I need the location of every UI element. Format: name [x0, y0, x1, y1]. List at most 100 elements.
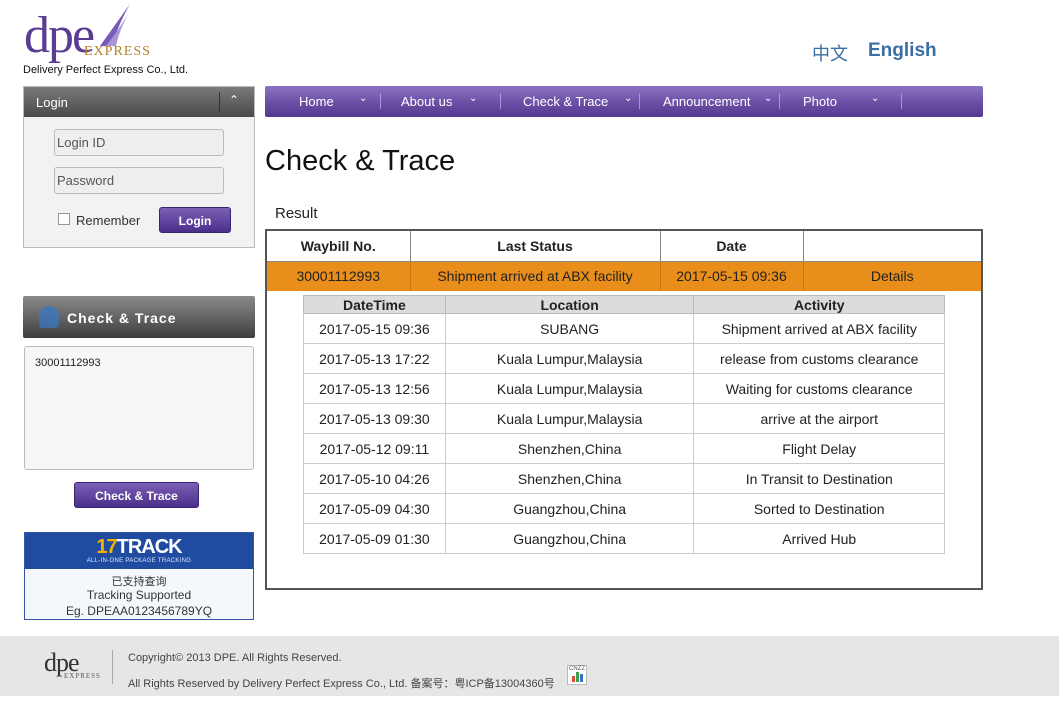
nav-about-us[interactable]: About us	[401, 94, 452, 109]
detail-header-row: DateTime Location Activity	[303, 295, 945, 314]
result-table: Waybill No. Last Status Date 30001112993…	[267, 231, 981, 291]
nav-divider	[500, 93, 501, 109]
detail-activity: release from customs clearance	[693, 343, 945, 374]
detail-datetime: 2017-05-12 09:11	[303, 433, 446, 464]
logo-express: EXPRESS	[84, 44, 151, 59]
chevron-down-icon[interactable]: ⌄	[469, 93, 477, 104]
17track-line-supported: Tracking Supported	[86, 588, 192, 602]
counter-bar	[576, 672, 579, 682]
detail-datetime: 2017-05-09 01:30	[303, 523, 446, 554]
detail-location: Kuala Lumpur,Malaysia	[444, 343, 695, 374]
last-status: Shipment arrived at ABX facility	[410, 261, 661, 291]
detail-datetime: 2017-05-13 09:30	[303, 403, 446, 434]
17track-logo: 17TRACK	[96, 536, 182, 558]
col-details	[803, 231, 981, 262]
detail-datetime: 2017-05-13 17:22	[303, 343, 446, 374]
check-trace-panel-title: Check & Trace	[67, 310, 177, 326]
table-row: 2017-05-10 04:26 Shenzhen,China In Trans…	[303, 463, 945, 494]
detail-activity: In Transit to Destination	[693, 463, 945, 494]
detail-activity: Arrived Hub	[693, 523, 945, 554]
17track-line-cn: 已支持查询	[111, 575, 167, 588]
login-title: Login	[36, 95, 68, 110]
nav-divider	[901, 93, 902, 109]
detail-activity: Shipment arrived at ABX facility	[693, 313, 945, 344]
tracking-number-textarea[interactable]	[24, 346, 254, 470]
detail-activity: arrive at the airport	[693, 403, 945, 434]
17track-logo-bar: 17TRACK ALL-IN-ONE PACKAGE TRACKING	[25, 533, 253, 569]
col-waybill: Waybill No.	[267, 231, 411, 262]
language-english-link[interactable]: English	[868, 40, 937, 62]
table-row: 2017-05-13 12:56 Kuala Lumpur,Malaysia W…	[303, 373, 945, 404]
detail-location: Kuala Lumpur,Malaysia	[444, 373, 695, 404]
detail-location: Kuala Lumpur,Malaysia	[444, 403, 695, 434]
detail-activity: Waiting for customs clearance	[693, 373, 945, 404]
col-location: Location	[444, 295, 695, 314]
table-row: 2017-05-13 09:30 Kuala Lumpur,Malaysia a…	[303, 403, 945, 434]
login-panel: Login ⌃ Remember Login	[23, 86, 255, 248]
remember-label: Remember	[76, 213, 141, 228]
nav-check-trace[interactable]: Check & Trace	[523, 94, 608, 109]
chevron-down-icon[interactable]: ⌄	[764, 93, 772, 104]
check-trace-button[interactable]: Check & Trace	[74, 482, 199, 508]
detail-location: Shenzhen,China	[444, 463, 695, 494]
login-id-input[interactable]	[54, 129, 224, 156]
tracking-detail-table: DateTime Location Activity 2017-05-15 09…	[303, 295, 945, 554]
logo-text: dpe	[24, 7, 95, 64]
detail-datetime: 2017-05-13 12:56	[303, 373, 446, 404]
detail-location: Guangzhou,China	[444, 493, 695, 524]
nav-divider	[779, 93, 780, 109]
17track-tagline: ALL-IN-ONE PACKAGE TRACKING	[86, 558, 192, 564]
table-row: 2017-05-15 09:36 SUBANG Shipment arrived…	[303, 313, 945, 344]
col-last-status: Last Status	[410, 231, 661, 262]
result-label: Result	[275, 205, 318, 222]
header-divider	[219, 92, 220, 112]
nav-home[interactable]: Home	[299, 94, 334, 109]
company-name: Delivery Perfect Express Co., Ltd.	[23, 64, 189, 76]
table-row: 2017-05-12 09:11 Shenzhen,China Flight D…	[303, 433, 945, 464]
result-panel: Waybill No. Last Status Date 30001112993…	[265, 229, 983, 590]
last-date: 2017-05-15 09:36	[660, 261, 804, 291]
detail-datetime: 2017-05-10 04:26	[303, 463, 446, 494]
detail-datetime: 2017-05-15 09:36	[303, 313, 446, 344]
chevron-down-icon[interactable]: ⌄	[871, 93, 879, 104]
table-row: 2017-05-09 04:30 Guangzhou,China Sorted …	[303, 493, 945, 524]
detail-location: SUBANG	[444, 313, 695, 344]
login-button[interactable]: Login	[159, 207, 231, 233]
counter-bar	[580, 674, 583, 682]
detail-location: Guangzhou,China	[444, 523, 695, 554]
col-date: Date	[660, 231, 804, 262]
footer-divider	[112, 650, 113, 684]
footer-rights: All Rights Reserved by Delivery Perfect …	[128, 678, 555, 690]
nav-divider	[639, 93, 640, 109]
package-icon	[39, 306, 59, 328]
table-row: 2017-05-09 01:30 Guangzhou,China Arrived…	[303, 523, 945, 554]
detail-activity: Sorted to Destination	[693, 493, 945, 524]
page-title: Check & Trace	[265, 145, 456, 177]
chevron-up-icon[interactable]: ⌃	[229, 93, 239, 107]
nav-announcement[interactable]: Announcement	[663, 94, 750, 109]
waybill-number: 30001112993	[267, 261, 411, 291]
login-panel-header[interactable]: Login ⌃	[24, 87, 254, 117]
chevron-down-icon[interactable]: ⌄	[624, 93, 632, 104]
footer-copyright: Copyright© 2013 DPE. All Rights Reserved…	[128, 652, 342, 664]
cnzz-counter-icon[interactable]: CNZZ	[567, 665, 587, 685]
main-nav: Home ⌄ About us ⌄ Check & Trace ⌄ Announ…	[265, 86, 983, 117]
check-trace-panel-header: Check & Trace	[23, 296, 255, 338]
details-link[interactable]: Details	[803, 261, 981, 291]
result-header-row: Waybill No. Last Status Date	[267, 231, 981, 262]
password-input[interactable]	[54, 167, 224, 194]
nav-photo[interactable]: Photo	[803, 94, 837, 109]
result-row[interactable]: 30001112993 Shipment arrived at ABX faci…	[267, 261, 981, 291]
col-activity: Activity	[693, 295, 945, 314]
nav-divider	[380, 93, 381, 109]
counter-bar	[572, 676, 575, 682]
chevron-down-icon[interactable]: ⌄	[359, 93, 367, 104]
detail-location: Shenzhen,China	[444, 433, 695, 464]
remember-checkbox[interactable]	[58, 213, 70, 225]
detail-activity: Flight Delay	[693, 433, 945, 464]
footer-logo-express: EXPRESS	[64, 672, 101, 680]
detail-datetime: 2017-05-09 04:30	[303, 493, 446, 524]
language-chinese-link[interactable]: 中文	[812, 40, 848, 66]
17track-line-example: Eg. DPEAA0123456789YQ	[65, 604, 213, 618]
17track-banner[interactable]: 17TRACK ALL-IN-ONE PACKAGE TRACKING 已支持查…	[24, 532, 254, 620]
